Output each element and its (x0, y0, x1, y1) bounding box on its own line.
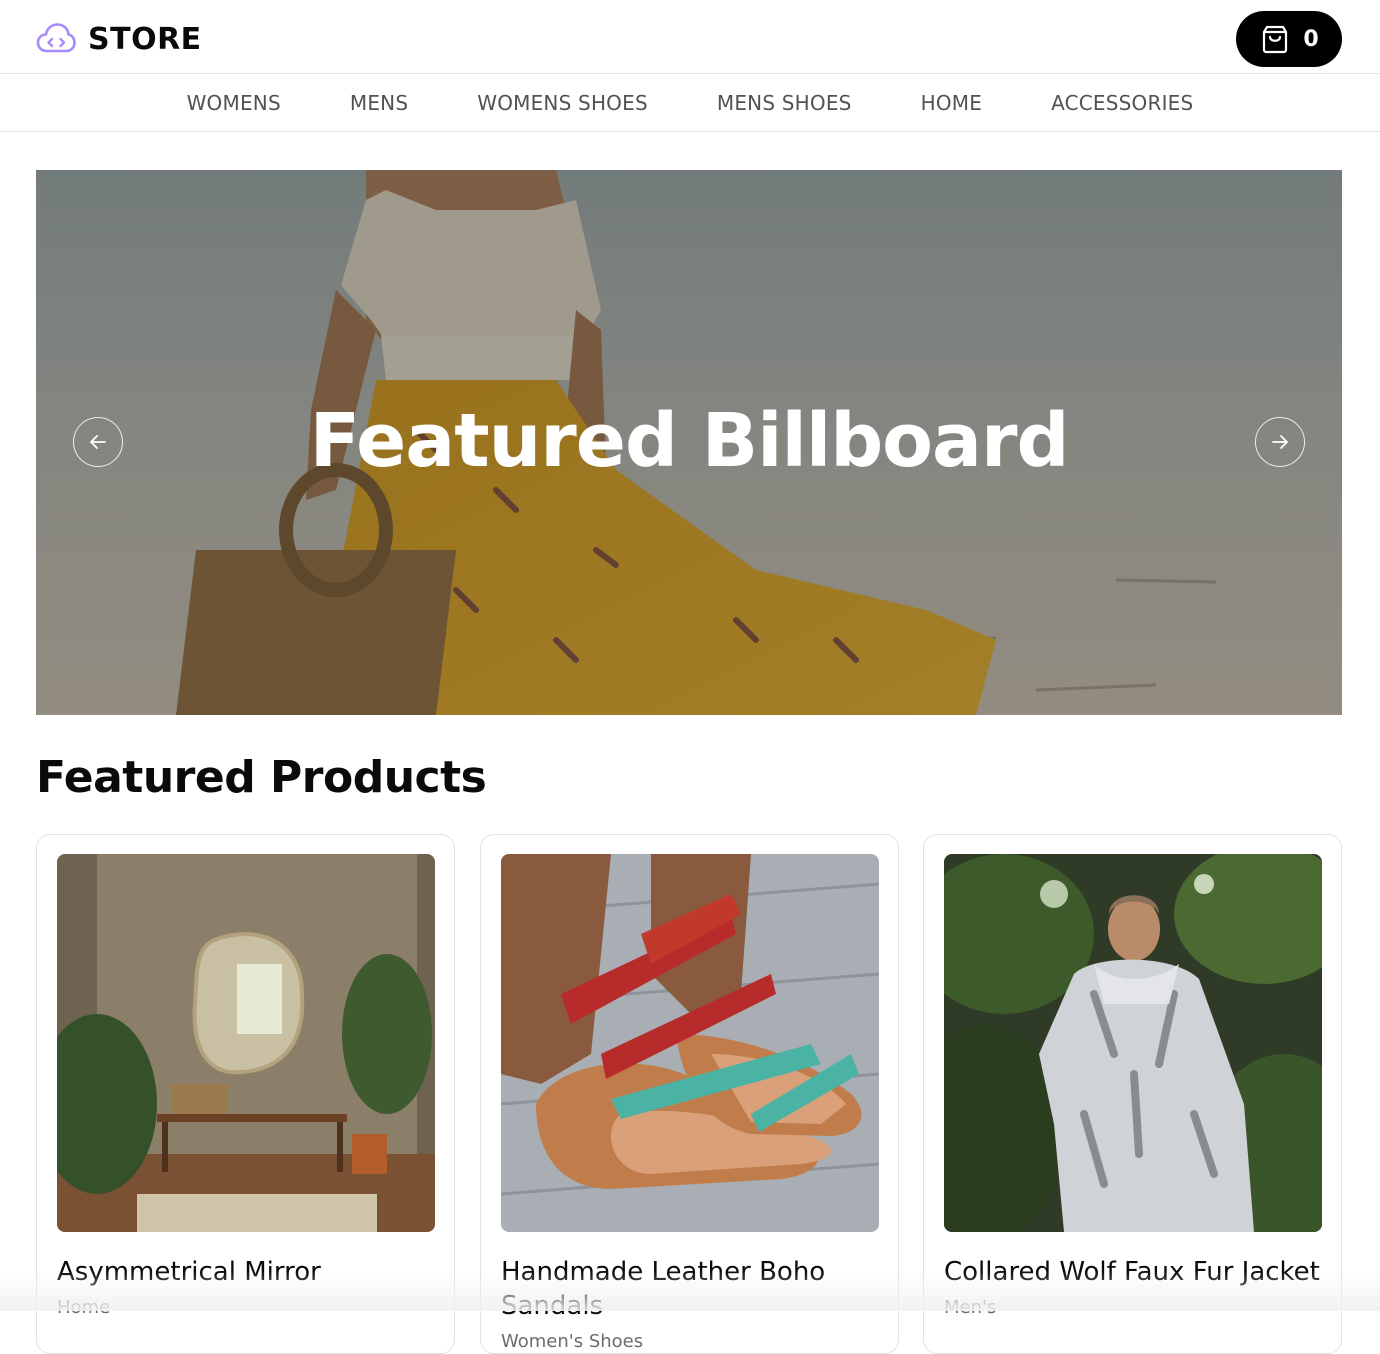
carousel-next-button[interactable] (1255, 417, 1305, 467)
product-category: Women's Shoes (501, 1331, 644, 1352)
product-name: Asymmetrical Mirror (57, 1257, 321, 1287)
arrow-left-icon (90, 435, 106, 449)
nav-item-accessories[interactable]: ACCESSORIES (1017, 91, 1228, 115)
cart-count: 0 (1303, 26, 1319, 52)
product-image[interactable] (501, 854, 879, 1232)
shopping-bag-icon (1263, 25, 1288, 54)
nav-item-womens-shoes[interactable]: WOMENS SHOES (443, 91, 683, 115)
nav-item-home[interactable]: HOME (886, 91, 1016, 115)
site-header: STORE 0 (0, 0, 1380, 74)
product-card[interactable]: Handmade Leather Boho Sandals Women's Sh… (480, 834, 899, 1354)
brand-logo-link[interactable]: STORE (36, 20, 202, 58)
category-nav: WOMENS MENS WOMENS SHOES MENS SHOES HOME… (0, 74, 1380, 132)
featured-products-title: Featured Products (36, 752, 487, 803)
product-card[interactable]: Asymmetrical Mirror Home (36, 834, 455, 1354)
carousel-prev-button[interactable] (73, 417, 123, 467)
cloud-code-icon (36, 23, 76, 53)
billboard-title: Featured Billboard (309, 398, 1070, 484)
product-name: Collared Wolf Faux Fur Jacket (944, 1257, 1320, 1287)
nav-item-womens[interactable]: WOMENS (152, 91, 315, 115)
product-card[interactable]: Collared Wolf Faux Fur Jacket Men's (923, 834, 1342, 1354)
category-nav-list: WOMENS MENS WOMENS SHOES MENS SHOES HOME… (152, 91, 1228, 115)
nav-item-mens[interactable]: MENS (315, 91, 442, 115)
product-image[interactable] (944, 854, 1322, 1232)
brand-name: STORE (88, 21, 202, 57)
product-image[interactable] (57, 854, 435, 1232)
arrow-right-icon (1272, 435, 1288, 449)
fur-jacket-product-photo (944, 854, 1322, 1232)
cart-button[interactable]: 0 (1236, 11, 1342, 67)
nav-item-mens-shoes[interactable]: MENS SHOES (682, 91, 886, 115)
mirror-product-photo (57, 854, 435, 1232)
product-category: Men's (944, 1297, 997, 1318)
product-name: Handmade Leather Boho Sandals (501, 1257, 826, 1321)
featured-billboard: Featured Billboard (36, 170, 1342, 715)
sandals-product-photo (501, 854, 879, 1232)
product-category: Home (57, 1297, 111, 1318)
